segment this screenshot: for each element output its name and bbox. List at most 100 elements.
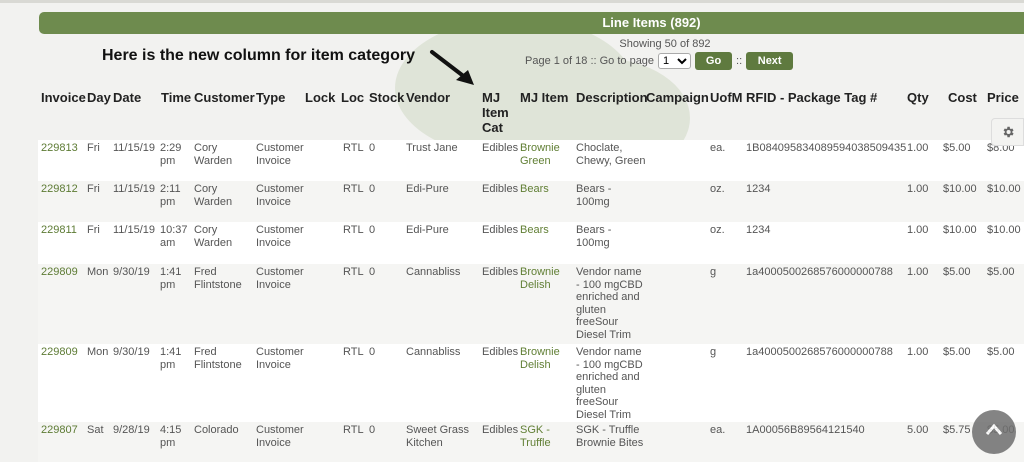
go-button[interactable]: Go xyxy=(695,51,733,70)
cell-type: Customer Invoice xyxy=(256,424,304,449)
col-uofm[interactable]: UofM xyxy=(710,90,743,105)
cell-rfid: 1A00056B89564121540 xyxy=(746,424,865,437)
cell-time: 4:15 pm xyxy=(160,424,181,449)
cell-description-line: Vendor name xyxy=(576,266,642,278)
cell-type: Customer Invoice xyxy=(256,266,304,291)
invoice-link[interactable]: 229812 xyxy=(41,183,78,196)
table-row[interactable]: 229813 Fri 11/15/19 2:29 pm Cory Warden Custome… xyxy=(38,140,1024,181)
col-mj-item-cat[interactable]: MJ Item Cat xyxy=(482,90,509,135)
cell-mj-item-cat-line: Edibles xyxy=(482,266,519,278)
col-time[interactable]: Time xyxy=(161,90,191,105)
cell-type-line: Invoice xyxy=(256,358,291,371)
cell-uofm-line: ea. xyxy=(710,142,726,154)
cell-mj-item-cat: Edibles xyxy=(482,424,518,437)
cell-time-line: 2:29 xyxy=(160,142,182,154)
invoice-link[interactable]: 229809 xyxy=(41,346,78,359)
cell-loc: RTL xyxy=(343,224,364,237)
col-lock[interactable]: Lock xyxy=(305,90,335,105)
cell-time-line: pm xyxy=(160,278,176,291)
col-rfid[interactable]: RFID - Package Tag # xyxy=(746,90,877,105)
col-date[interactable]: Date xyxy=(113,90,141,105)
table-row[interactable]: 229809 Mon 9/30/19 1:41 pm Fred Flintstone Cust… xyxy=(38,264,1024,344)
cell-description: Choclate, Chewy, Green xyxy=(576,142,646,167)
col-day[interactable]: Day xyxy=(87,90,111,105)
cell-uofm-line: oz. xyxy=(710,183,725,195)
cell-uofm: oz. xyxy=(710,183,725,196)
cell-description-line: enriched and xyxy=(576,371,640,383)
col-price[interactable]: Price xyxy=(987,90,1019,105)
invoice-link[interactable]: 229811 xyxy=(41,224,77,237)
page-text: Page 1 of 18 :: Go to page xyxy=(525,54,655,67)
mj-item-link[interactable]: Brownie Delish xyxy=(520,266,560,291)
settings-button[interactable] xyxy=(991,118,1024,146)
mj-item-link-line: Green xyxy=(520,154,551,167)
col-customer[interactable]: Customer xyxy=(194,90,255,105)
cell-time: 10:37 am xyxy=(160,224,188,249)
cell-loc-line: RTL xyxy=(343,183,364,195)
cell-qty: 1.00 xyxy=(907,346,928,359)
cell-day: Sat xyxy=(87,424,104,437)
mj-item-link[interactable]: Bears xyxy=(520,183,549,196)
cell-time-line: am xyxy=(160,236,176,249)
col-mj-item[interactable]: MJ Item xyxy=(520,90,568,105)
col-qty[interactable]: Qty xyxy=(907,90,929,105)
cell-description: SGK - Truffle Brownie Bites xyxy=(576,424,643,449)
cell-type-line: Customer xyxy=(256,346,304,358)
cell-description-line: Chewy, Green xyxy=(576,154,646,167)
invoice-link[interactable]: 229807 xyxy=(41,424,78,437)
cell-stock: 0 xyxy=(369,183,375,196)
cell-rfid: 1a4000500268576000000788 xyxy=(746,346,893,359)
cell-day-line: Sat xyxy=(87,424,104,436)
cell-uofm: g xyxy=(710,346,716,359)
cell-uofm-line: oz. xyxy=(710,224,725,236)
cell-time: 1:41 pm xyxy=(160,346,181,371)
cell-cost: $10.00 xyxy=(943,224,977,237)
col-mj-item-cat-line3: Cat xyxy=(482,120,503,135)
cell-time-line: 2:11 xyxy=(160,183,181,195)
cell-uofm: ea. xyxy=(710,424,725,437)
invoice-link[interactable]: 229813 xyxy=(41,142,78,155)
col-invoice[interactable]: Invoice xyxy=(41,90,86,105)
cell-vendor-line: Edi-Pure xyxy=(406,224,449,236)
col-vendor[interactable]: Vendor xyxy=(406,90,450,105)
cell-qty: 1.00 xyxy=(907,224,928,237)
cell-qty-line: 1.00 xyxy=(907,346,929,358)
cell-customer-line: Cory xyxy=(194,142,218,154)
gear-icon xyxy=(1003,126,1014,138)
cell-description-line: enriched and xyxy=(576,291,640,303)
cell-description-line: Vendor name xyxy=(576,346,642,358)
mj-item-link[interactable]: SGK - Truffle xyxy=(520,424,551,449)
mj-item-link[interactable]: Brownie Delish xyxy=(520,346,560,371)
invoice-link[interactable]: 229809 xyxy=(41,266,78,279)
line-items-banner: Line Items (892) xyxy=(39,12,1024,34)
col-type[interactable]: Type xyxy=(256,90,285,105)
next-button[interactable]: Next xyxy=(746,51,794,70)
col-campaign[interactable]: Campaign xyxy=(646,90,709,105)
col-description[interactable]: Description xyxy=(576,90,648,105)
invoice-link-line: 229809 xyxy=(41,266,78,278)
mj-item-link[interactable]: Bears xyxy=(520,224,549,237)
cell-cost: $10.00 xyxy=(943,183,977,196)
cell-price-line: $5.00 xyxy=(987,266,1015,278)
page-select[interactable]: 1 xyxy=(658,52,692,69)
cell-loc: RTL xyxy=(343,424,364,437)
col-stock[interactable]: Stock xyxy=(369,90,404,105)
scroll-top-button[interactable] xyxy=(972,410,1016,454)
table-row[interactable]: 229812 Fri 11/15/19 2:11 pm Cory Warden Custome… xyxy=(38,181,1024,222)
cell-day-line: Fri xyxy=(87,183,100,195)
cell-loc: RTL xyxy=(343,346,364,359)
cell-type-line: Customer xyxy=(256,266,304,278)
table-row[interactable]: 229809 Mon 9/30/19 1:41 pm Fred Flintstone Cust… xyxy=(38,344,1024,422)
table-row[interactable]: 229811 Fri 11/15/19 10:37 am Cory Warden Custom… xyxy=(38,222,1024,264)
cell-type-line: Invoice xyxy=(256,436,291,449)
cell-stock-line: 0 xyxy=(369,424,376,436)
cell-date-line: 11/15/19 xyxy=(113,142,156,154)
table-row[interactable]: 229807 Sat 9/28/19 4:15 pm Colorado Customer In… xyxy=(38,422,1024,462)
cell-qty-line: 5.00 xyxy=(907,424,929,436)
cell-date: 9/30/19 xyxy=(113,266,150,279)
cell-day: Mon xyxy=(87,266,108,279)
col-cost[interactable]: Cost xyxy=(948,90,977,105)
mj-item-link-line: Bears xyxy=(520,224,549,236)
col-loc[interactable]: Loc xyxy=(341,90,364,105)
mj-item-link[interactable]: Brownie Green xyxy=(520,142,560,167)
